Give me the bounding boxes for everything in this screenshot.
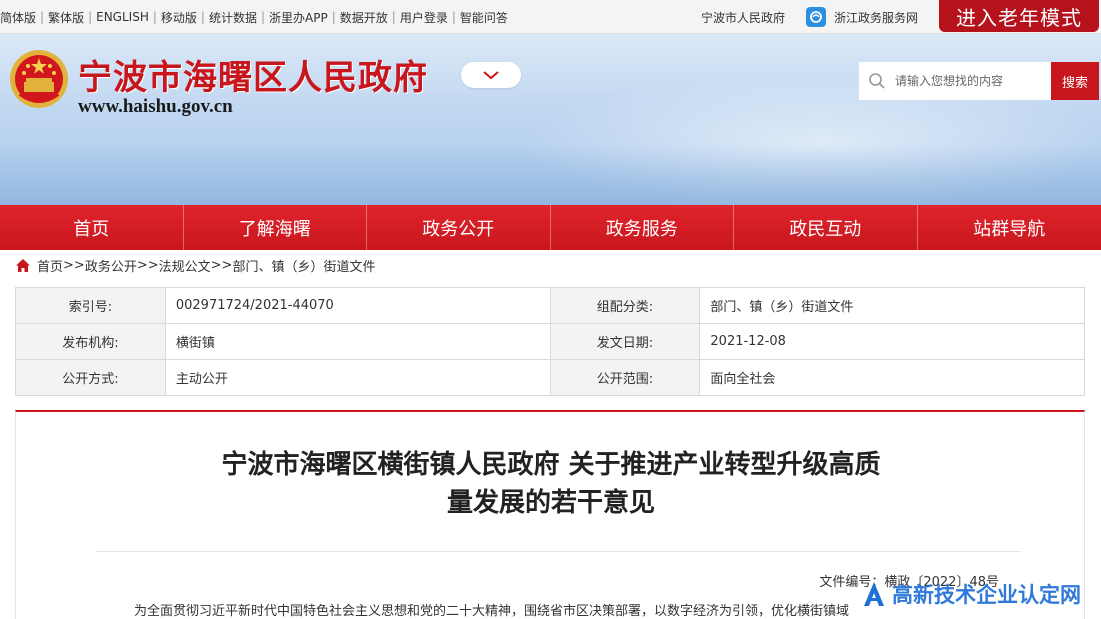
link-ningbo-gov[interactable]: 宁波市人民政府 [701, 0, 785, 34]
search-button[interactable]: 搜索 [1051, 62, 1099, 100]
separator: | [40, 10, 45, 24]
link-open-data[interactable]: 数据开放 [340, 9, 388, 26]
meta-label: 组配分类: [549, 287, 701, 324]
nav-gov-services[interactable]: 政务服务 [551, 205, 734, 250]
top-utility-bar: 简体版 | 繁体版 | ENGLISH | 移动版 | 统计数据 | 浙里办AP… [0, 0, 1101, 34]
separator: | [152, 10, 157, 24]
meta-value: 2021-12-08 [699, 323, 1085, 360]
breadcrumb-regulations[interactable]: 法规公文 [159, 256, 211, 275]
meta-label: 公开方式: [15, 359, 166, 396]
table-row: 发布机构: 横街镇 发文日期: 2021-12-08 [15, 323, 1085, 360]
breadcrumb-separator: >> [63, 257, 85, 273]
meta-value: 主动公开 [164, 359, 551, 396]
site-title[interactable]: 宁波市海曙区人民政府 [78, 50, 428, 99]
nav-about-haishu[interactable]: 了解海曙 [184, 205, 367, 250]
watermark-logo-icon [864, 582, 884, 606]
link-english[interactable]: ENGLISH [96, 10, 149, 24]
link-zlb-app[interactable]: 浙里办APP [269, 9, 328, 26]
article-title-line: 宁波市海曙区横街镇人民政府 关于推进产业转型升级高质 [221, 450, 881, 480]
breadcrumb-home[interactable]: 首页 [37, 256, 63, 275]
breadcrumb-separator: >> [210, 257, 233, 273]
article-title-line: 量发展的若干意见 [446, 488, 655, 518]
link-user-login[interactable]: 用户登录 [400, 9, 448, 26]
watermark-text: 高新技术企业认定网 [892, 583, 1081, 607]
banner-skyline [0, 145, 1101, 205]
separator: | [200, 10, 205, 24]
table-row: 公开方式: 主动公开 公开范围: 面向全社会 [15, 359, 1085, 396]
document-meta-table: 索引号: 002971724/2021-44070 组配分类: 部门、镇（乡）街… [15, 287, 1085, 396]
meta-value: 部门、镇（乡）街道文件 [699, 287, 1085, 324]
breadcrumb-gov-affairs[interactable]: 政务公开 [85, 256, 137, 275]
breadcrumb: 首页 >> 政务公开 >> 法规公文 >> 部门、镇（乡）街道文件 [15, 255, 375, 275]
search-box: 搜索 [859, 62, 1099, 100]
nav-gov-affairs[interactable]: 政务公开 [367, 205, 551, 250]
search-input[interactable] [895, 63, 1051, 99]
site-url: www.haishu.gov.cn [78, 96, 233, 117]
zj-gov-label: 浙江政务服务网 [834, 10, 919, 25]
search-icon [859, 62, 895, 100]
site-dropdown-toggle[interactable] [461, 62, 521, 88]
link-traditional[interactable]: 繁体版 [48, 9, 84, 26]
separator: | [331, 10, 336, 24]
meta-label: 公开范围: [549, 359, 701, 396]
elder-mode-button[interactable]: 进入老年模式 [939, 0, 1099, 32]
top-links: 简体版 | 繁体版 | ENGLISH | 移动版 | 统计数据 | 浙里办AP… [0, 0, 508, 34]
article-title: 宁波市海曙区横街镇人民政府 关于推进产业转型升级高质 量发展的若干意见 [16, 446, 1086, 522]
nav-home[interactable]: 首页 [0, 205, 184, 250]
nav-site-group[interactable]: 站群导航 [918, 205, 1101, 250]
meta-label: 索引号: [15, 287, 166, 324]
zj-gov-icon [806, 7, 826, 27]
home-icon [15, 258, 31, 273]
separator: | [451, 10, 456, 24]
separator: | [391, 10, 396, 24]
link-mobile[interactable]: 移动版 [161, 9, 197, 26]
link-zj-gov-service[interactable]: 浙江政务服务网 [806, 0, 918, 34]
meta-label: 发布机构: [15, 323, 166, 360]
link-simplified[interactable]: 简体版 [0, 9, 36, 26]
nav-interaction[interactable]: 政民互动 [734, 205, 918, 250]
meta-value: 面向全社会 [699, 359, 1085, 396]
table-row: 索引号: 002971724/2021-44070 组配分类: 部门、镇（乡）街… [15, 287, 1085, 324]
main-nav: 首页 了解海曙 政务公开 政务服务 政民互动 站群导航 [0, 205, 1101, 250]
breadcrumb-separator: >> [136, 257, 159, 273]
breadcrumb-dept-docs[interactable]: 部门、镇（乡）街道文件 [232, 256, 375, 275]
link-statistics[interactable]: 统计数据 [209, 9, 257, 26]
meta-value: 横街镇 [164, 323, 551, 360]
chevron-down-icon [483, 71, 499, 80]
separator: | [88, 10, 93, 24]
meta-value: 002971724/2021-44070 [164, 287, 551, 324]
meta-label: 发文日期: [549, 323, 701, 360]
emblem-icon [10, 50, 68, 108]
divider [96, 551, 1021, 552]
separator: | [260, 10, 266, 24]
link-smart-qa[interactable]: 智能问答 [460, 9, 508, 26]
watermark: 高新技术企业认定网 [860, 576, 1081, 612]
